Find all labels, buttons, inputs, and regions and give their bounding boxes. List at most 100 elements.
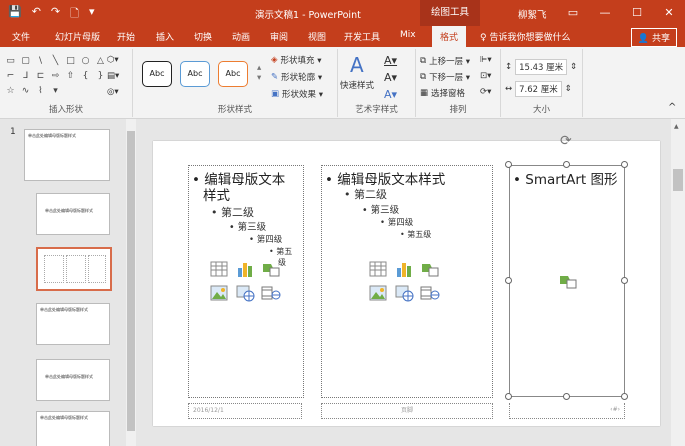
spinner-icon[interactable]: ⇕	[570, 62, 577, 72]
brace-shape-icon[interactable]: {	[79, 70, 92, 83]
send-backward-button[interactable]: ⧉ 下移一层 ▾	[420, 71, 470, 83]
tab-review[interactable]: 审阅	[270, 30, 288, 43]
content-placeholder-2[interactable]: • 编辑母版文本样式 • 第二级 • 第三级 • 第四级 • 第五级	[321, 165, 493, 398]
connector-shape-icon[interactable]: ⊏	[34, 70, 47, 83]
insert-video-icon[interactable]	[420, 284, 440, 302]
text-outline-icon[interactable]: A▾	[384, 71, 397, 84]
scroll-up-icon[interactable]: ▲	[674, 123, 679, 130]
rotate-handle-icon[interactable]: ⟳	[560, 133, 572, 149]
align-icon[interactable]: ⊫▾	[480, 55, 492, 65]
tab-format[interactable]: 格式	[432, 26, 467, 47]
resize-handle[interactable]	[621, 277, 628, 284]
user-name[interactable]: 柳絮飞	[518, 7, 547, 21]
resize-handle[interactable]	[621, 393, 628, 400]
date-placeholder[interactable]: 2016/12/1	[188, 403, 302, 419]
shape-effects-button[interactable]: ▣ 形状效果 ▾	[271, 88, 323, 100]
rectangle-shape-icon[interactable]: ▭	[4, 55, 17, 68]
group-objects-icon[interactable]: ⊡▾	[480, 71, 491, 81]
insert-smartart-icon[interactable]	[558, 272, 578, 290]
height-field[interactable]: ↕ 15.43 厘米 ⇕	[505, 59, 577, 75]
freeform-shape-icon[interactable]: ⌇	[34, 85, 47, 98]
tab-slide-master[interactable]: 幻灯片母版	[55, 30, 100, 43]
tab-animations[interactable]: 动画	[232, 30, 250, 43]
rectangle-shape-icon[interactable]: ▢	[19, 55, 32, 68]
thumbnail-master[interactable]: 单击此处编辑母版标题样式	[24, 129, 110, 181]
thumbnail-layout[interactable]: 单击此处编辑母版标题样式	[36, 193, 110, 235]
customize-qat-icon[interactable]: ▾	[89, 5, 95, 24]
tab-developer[interactable]: 开发工具	[344, 30, 380, 43]
tab-insert[interactable]: 插入	[156, 30, 174, 43]
thumbnail-scrollbar[interactable]	[126, 119, 136, 446]
curve-shape-icon[interactable]: ∿	[19, 85, 32, 98]
quick-styles-button[interactable]: 快速样式	[340, 79, 374, 91]
tab-mix[interactable]: Mix	[400, 30, 416, 40]
tab-transitions[interactable]: 切换	[194, 30, 212, 43]
arrow-shape-icon[interactable]: ⇧	[64, 70, 77, 83]
rectangle-shape-icon[interactable]: □	[64, 55, 77, 68]
tab-view[interactable]: 视图	[308, 30, 326, 43]
shape-fill-button[interactable]: ◈ 形状填充 ▾	[271, 54, 322, 66]
slide[interactable]: • 编辑母版文本 样式 • 第二级 • 第三级 • 第四级 • 第五 级 • 编…	[153, 133, 660, 426]
thumbnail-scrollbar-thumb[interactable]	[127, 131, 135, 431]
connector-shape-icon[interactable]: ᒧ	[19, 70, 32, 83]
spinner-icon[interactable]: ⇕	[565, 84, 572, 94]
insert-smartart-icon[interactable]	[261, 260, 281, 278]
tab-home[interactable]: 开始	[117, 30, 135, 43]
insert-video-icon[interactable]	[261, 284, 281, 302]
canvas-scrollbar-thumb[interactable]	[673, 169, 683, 191]
shape-style-black[interactable]: Abc	[142, 61, 172, 87]
shape-outline-button[interactable]: ✎ 形状轮廓 ▾	[271, 71, 322, 83]
merge-shapes-icon[interactable]: ◎▾	[107, 87, 119, 97]
thumbnail-layout[interactable]: 单击此处编辑母版标题样式	[36, 359, 110, 401]
style-gallery-more-icon[interactable]: ▴ ▾	[257, 63, 261, 83]
insert-smartart-icon[interactable]	[420, 260, 440, 278]
save-icon[interactable]: 💾	[8, 5, 22, 24]
text-effects-icon[interactable]: A▾	[384, 88, 397, 101]
shapes-gallery[interactable]: ▭ ▢ \ ╲ □ ○ △ ⌐ ᒧ ⊏ ⇨ ⇧ { } ☆ ∿ ⌇ ▾	[4, 55, 107, 98]
content-placeholder-1[interactable]: • 编辑母版文本 样式 • 第二级 • 第三级 • 第四级 • 第五 级	[188, 165, 304, 398]
insert-picture-icon[interactable]	[368, 284, 388, 302]
tell-me-box[interactable]: ♀ 告诉我你想要做什么	[480, 30, 570, 43]
ribbon-display-options-icon[interactable]: ▭	[557, 0, 589, 26]
footer-placeholder[interactable]: 页脚	[321, 403, 493, 419]
insert-table-icon[interactable]	[368, 260, 388, 278]
maximize-icon[interactable]: ☐	[621, 0, 653, 26]
thumbnail-layout[interactable]: 单击此处编辑母版标题样式	[36, 411, 110, 446]
close-icon[interactable]: ✕	[653, 0, 685, 26]
brace-shape-icon[interactable]: }	[94, 70, 107, 83]
arrow-shape-icon[interactable]: ⇨	[49, 70, 62, 83]
insert-chart-icon[interactable]	[394, 260, 414, 278]
slide-number-placeholder[interactable]: ‹#›	[509, 403, 625, 419]
resize-handle[interactable]	[621, 161, 628, 168]
more-shapes-icon[interactable]: ▾	[49, 85, 62, 98]
shape-style-blue[interactable]: Abc	[180, 61, 210, 87]
insert-picture-icon[interactable]	[209, 284, 229, 302]
star-shape-icon[interactable]: ☆	[4, 85, 17, 98]
new-file-icon[interactable]: 🗋	[70, 5, 79, 24]
canvas-scrollbar[interactable]: ▲	[671, 119, 685, 446]
text-fill-icon[interactable]: A▾	[384, 54, 397, 67]
edit-shape-icon[interactable]: ⬡▾	[107, 55, 119, 65]
resize-handle[interactable]	[563, 393, 570, 400]
tab-file[interactable]: 文件	[12, 30, 30, 43]
redo-icon[interactable]: ↷	[51, 5, 60, 24]
shape-style-orange[interactable]: Abc	[218, 61, 248, 87]
smartart-placeholder[interactable]: • SmartArt 图形	[509, 165, 625, 397]
line-shape-icon[interactable]: ╲	[49, 55, 62, 68]
minimize-icon[interactable]: —	[589, 0, 621, 26]
wordart-a-icon[interactable]: A	[350, 53, 364, 77]
bring-forward-button[interactable]: ⧉ 上移一层 ▾	[420, 55, 470, 67]
insert-table-icon[interactable]	[209, 260, 229, 278]
resize-handle[interactable]	[505, 161, 512, 168]
triangle-shape-icon[interactable]: △	[94, 55, 107, 68]
oval-shape-icon[interactable]: ○	[79, 55, 92, 68]
insert-online-picture-icon[interactable]	[235, 284, 255, 302]
line-shape-icon[interactable]: \	[34, 55, 47, 68]
collapse-ribbon-icon[interactable]: ^	[668, 102, 676, 113]
text-box-icon[interactable]: ▤▾	[107, 71, 119, 81]
insert-online-picture-icon[interactable]	[394, 284, 414, 302]
rotate-icon[interactable]: ⟳▾	[480, 87, 491, 97]
thumbnail-layout[interactable]: 单击此处编辑母版标题样式	[36, 303, 110, 345]
thumbnail-layout-selected[interactable]	[36, 247, 112, 291]
resize-handle[interactable]	[563, 161, 570, 168]
